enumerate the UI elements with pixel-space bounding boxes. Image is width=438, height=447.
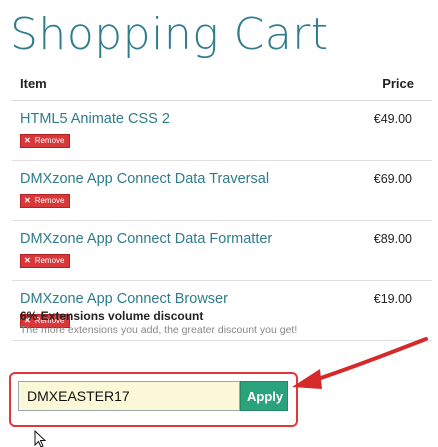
close-icon: ✕ [24,136,31,145]
remove-label: Remove [34,136,65,145]
column-header-item: Item [20,76,47,91]
cart-row: DMXzone App Connect Data Formatter €89.0… [12,221,432,281]
mouse-cursor-icon [34,430,47,447]
column-header-price: Price [382,76,414,91]
close-icon: ✕ [24,256,31,265]
remove-label: Remove [34,196,65,205]
remove-button[interactable]: ✕ Remove [20,254,70,268]
discount-subtitle: The more extensions you add, the greater… [20,324,298,336]
table-header: Item Price [12,64,432,101]
item-name[interactable]: HTML5 Animate CSS 2 [20,111,170,127]
page-title: Shopping Cart [10,9,329,60]
item-price: €69.00 [373,172,412,186]
cart-row: DMXzone App Connect Data Traversal €69.0… [12,161,432,221]
coupon-code-input[interactable] [18,381,240,411]
remove-label: Remove [34,256,65,265]
shopping-cart-page: Shopping Cart Item Price HTML5 Animate C… [0,0,438,447]
item-price: €19.00 [373,292,412,306]
apply-button[interactable]: Apply [240,381,288,411]
red-arrow-icon [292,337,428,389]
cart-table: Item Price HTML5 Animate CSS 2 €49.00 ✕ … [12,64,432,341]
cart-row: HTML5 Animate CSS 2 €49.00 ✕ Remove [12,101,432,161]
discount-title: 6% Extensions volume discount [20,309,204,323]
item-price: €89.00 [373,232,412,246]
remove-button[interactable]: ✕ Remove [20,194,70,208]
remove-button[interactable]: ✕ Remove [20,134,70,148]
close-icon: ✕ [24,196,31,205]
item-name[interactable]: DMXzone App Connect Data Traversal [20,171,269,187]
item-name[interactable]: DMXzone App Connect Browser [20,291,228,307]
item-price: €49.00 [373,112,412,126]
item-name[interactable]: DMXzone App Connect Data Formatter [20,231,272,247]
coupon-form: Apply [18,381,288,411]
